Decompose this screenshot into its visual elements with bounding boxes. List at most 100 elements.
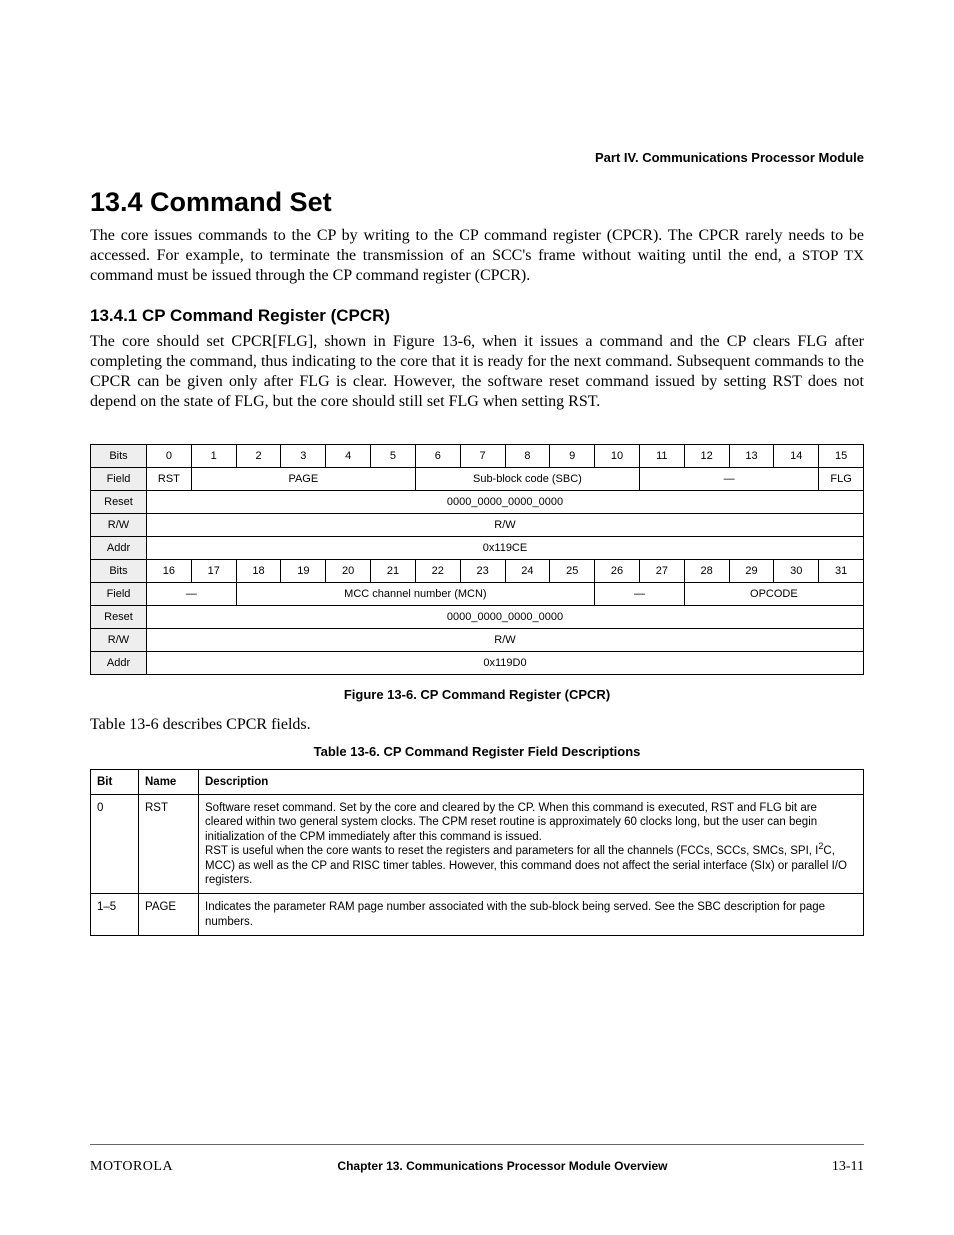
reg-addr-bot: 0x119D0 xyxy=(147,652,864,675)
reg-bit-cell: 27 xyxy=(639,560,684,583)
reg-rowlabel-reset: Reset xyxy=(91,491,147,514)
reg-rowlabel-rw: R/W xyxy=(91,629,147,652)
reg-bit-cell: 10 xyxy=(595,445,640,468)
reg-bit-cell: 14 xyxy=(774,445,819,468)
reg-bit-cell: 8 xyxy=(505,445,550,468)
reg-bit-cell: 2 xyxy=(236,445,281,468)
reg-rowlabel-rw: R/W xyxy=(91,514,147,537)
reg-addr-row-top: Addr 0x119CE xyxy=(91,537,864,560)
reg-reset-row-top: Reset 0000_0000_0000_0000 xyxy=(91,491,864,514)
reg-bits-row-top: Bits 0 1 2 3 4 5 6 7 8 9 10 11 12 13 14 … xyxy=(91,445,864,468)
footer-center: Chapter 13. Communications Processor Mod… xyxy=(337,1159,667,1173)
reg-bit-cell: 7 xyxy=(460,445,505,468)
page: Part IV. Communications Processor Module… xyxy=(0,0,954,1235)
reg-bit-cell: 19 xyxy=(281,560,326,583)
reg-reset-bot: 0000_0000_0000_0000 xyxy=(147,606,864,629)
reg-rowlabel-reset: Reset xyxy=(91,606,147,629)
reg-addr-top: 0x119CE xyxy=(147,537,864,560)
reg-bit-cell: 30 xyxy=(774,560,819,583)
section-13-4-1-title: 13.4.1 CP Command Register (CPCR) xyxy=(90,306,864,326)
reg-bit-cell: 23 xyxy=(460,560,505,583)
desc-text: Software reset command. Set by the core … xyxy=(199,795,864,894)
reg-bit-cell: 5 xyxy=(371,445,416,468)
reg-field-sbc: Sub-block code (SBC) xyxy=(415,468,639,491)
reg-bit-cell: 28 xyxy=(684,560,729,583)
reg-bits-row-bot: Bits 16 17 18 19 20 21 22 23 24 25 26 27… xyxy=(91,560,864,583)
field-description-table: Bit Name Description 0 RST Software rese… xyxy=(90,769,864,936)
desc-name: RST xyxy=(139,795,199,894)
figure-caption: Figure 13-6. CP Command Register (CPCR) xyxy=(90,687,864,702)
register-layout-table: Bits 0 1 2 3 4 5 6 7 8 9 10 11 12 13 14 … xyxy=(90,444,864,675)
desc-header-row: Bit Name Description xyxy=(91,770,864,795)
reg-bit-cell: 22 xyxy=(415,560,460,583)
desc-text: Indicates the parameter RAM page number … xyxy=(199,894,864,936)
reg-field-page: PAGE xyxy=(191,468,415,491)
reg-rowlabel-addr: Addr xyxy=(91,652,147,675)
reg-field-dash: — xyxy=(639,468,818,491)
reg-bit-cell: 3 xyxy=(281,445,326,468)
reg-bit-cell: 31 xyxy=(819,560,864,583)
reg-bit-cell: 21 xyxy=(371,560,416,583)
part-header: Part IV. Communications Processor Module xyxy=(90,150,864,165)
reg-bit-cell: 25 xyxy=(550,560,595,583)
section-13-4-para-pre: The core issues commands to the CP by wr… xyxy=(90,227,864,264)
table-row: 0 RST Software reset command. Set by the… xyxy=(91,795,864,894)
reg-bit-cell: 12 xyxy=(684,445,729,468)
stop-tx-keyword: STOP TX xyxy=(802,248,864,264)
reg-rowlabel-bits: Bits xyxy=(91,445,147,468)
section-13-4-para-post: command must be issued through the CP co… xyxy=(90,267,530,284)
desc-bit: 0 xyxy=(91,795,139,894)
table-row: 1–5 PAGE Indicates the parameter RAM pag… xyxy=(91,894,864,936)
reg-bit-cell: 0 xyxy=(147,445,192,468)
reg-bit-cell: 18 xyxy=(236,560,281,583)
reg-bit-cell: 6 xyxy=(415,445,460,468)
reg-bit-cell: 11 xyxy=(639,445,684,468)
table-reference-line: Table 13-6 describes CPCR fields. xyxy=(90,716,864,734)
reg-field-opcode: OPCODE xyxy=(684,583,863,606)
reg-rw-row-top: R/W R/W xyxy=(91,514,864,537)
reg-bit-cell: 9 xyxy=(550,445,595,468)
page-footer: MOTOROLA Chapter 13. Communications Proc… xyxy=(90,1144,864,1175)
reg-bit-cell: 1 xyxy=(191,445,236,468)
desc-name: PAGE xyxy=(139,894,199,936)
reg-addr-row-bot: Addr 0x119D0 xyxy=(91,652,864,675)
reg-bit-cell: 4 xyxy=(326,445,371,468)
reg-rw-top: R/W xyxy=(147,514,864,537)
desc-header-bit: Bit xyxy=(91,770,139,795)
reg-field-row-bot: Field — MCC channel number (MCN) — OPCOD… xyxy=(91,583,864,606)
section-13-4-1-para: The core should set CPCR[FLG], shown in … xyxy=(90,332,864,412)
reg-field-row-top: Field RST PAGE Sub-block code (SBC) — FL… xyxy=(91,468,864,491)
footer-left: MOTOROLA xyxy=(90,1159,173,1175)
reg-rw-row-bot: R/W R/W xyxy=(91,629,864,652)
footer-row: MOTOROLA Chapter 13. Communications Proc… xyxy=(90,1159,864,1175)
reg-bit-cell: 16 xyxy=(147,560,192,583)
reg-bit-cell: 15 xyxy=(819,445,864,468)
reg-bit-cell: 17 xyxy=(191,560,236,583)
reg-field-dash: — xyxy=(147,583,237,606)
reg-bit-cell: 24 xyxy=(505,560,550,583)
desc-header-name: Name xyxy=(139,770,199,795)
section-13-4-title: 13.4 Command Set xyxy=(90,187,864,218)
reg-field-rst: RST xyxy=(147,468,192,491)
section-13-4-para: The core issues commands to the CP by wr… xyxy=(90,226,864,286)
reg-field-flg: FLG xyxy=(819,468,864,491)
footer-right: 13-11 xyxy=(832,1159,864,1175)
reg-rowlabel-field: Field xyxy=(91,583,147,606)
reg-reset-top: 0000_0000_0000_0000 xyxy=(147,491,864,514)
reg-bit-cell: 20 xyxy=(326,560,371,583)
reg-bit-cell: 26 xyxy=(595,560,640,583)
reg-rowlabel-addr: Addr xyxy=(91,537,147,560)
reg-bit-cell: 29 xyxy=(729,560,774,583)
reg-field-dash: — xyxy=(595,583,685,606)
desc-bit: 1–5 xyxy=(91,894,139,936)
desc-header-desc: Description xyxy=(199,770,864,795)
reg-field-mcn: MCC channel number (MCN) xyxy=(236,583,595,606)
table-caption: Table 13-6. CP Command Register Field De… xyxy=(90,744,864,759)
reg-bit-cell: 13 xyxy=(729,445,774,468)
reg-rowlabel-bits: Bits xyxy=(91,560,147,583)
desc-text-line2-pre: RST is useful when the core wants to res… xyxy=(205,845,818,857)
reg-reset-row-bot: Reset 0000_0000_0000_0000 xyxy=(91,606,864,629)
reg-rowlabel-field: Field xyxy=(91,468,147,491)
reg-rw-bot: R/W xyxy=(147,629,864,652)
desc-text-line1: Software reset command. Set by the core … xyxy=(205,802,817,843)
